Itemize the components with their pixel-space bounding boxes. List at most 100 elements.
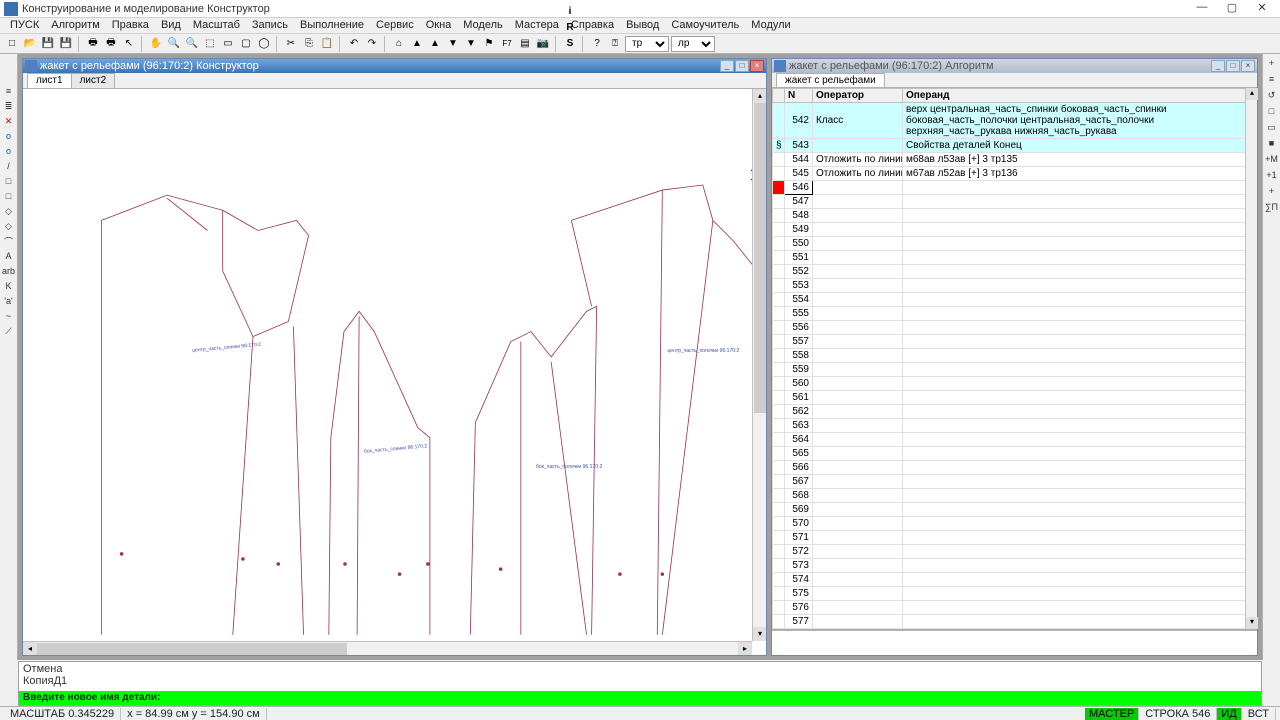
rtool-5[interactable]: ■ <box>1264 138 1280 152</box>
doc-icon[interactable]: ▤ <box>517 36 533 52</box>
rtool-3[interactable]: □ <box>1264 106 1280 120</box>
algo-row[interactable]: 548 <box>773 209 1257 223</box>
zoomfit-icon[interactable]: 🔍 <box>184 36 200 52</box>
rtool-0[interactable]: + <box>1264 58 1280 72</box>
algo-row[interactable]: 546 <box>773 181 1257 195</box>
algo-row[interactable]: 550 <box>773 237 1257 251</box>
algo-vscroll[interactable]: ▴▾ <box>1245 88 1257 629</box>
menu-Модель[interactable]: Модель <box>457 18 508 33</box>
undo-icon[interactable]: ↶ <box>346 36 362 52</box>
algo-row[interactable]: 545Отложить по линиим67ав л52ав [+] 3 тр… <box>773 167 1257 181</box>
algo-row[interactable]: 576 <box>773 601 1257 615</box>
pattern-canvas[interactable]: центр_часть_спинки 96:170:2 бок_часть_сп… <box>23 89 766 655</box>
algo-row[interactable]: 542Классверх центральная_часть_спинки бо… <box>773 103 1257 139</box>
zoomwin-icon[interactable]: ⬚ <box>202 36 218 52</box>
menu-Вывод[interactable]: Вывод <box>620 18 665 33</box>
algo-row[interactable]: 564 <box>773 433 1257 447</box>
algo-row[interactable]: 552 <box>773 265 1257 279</box>
col-op[interactable]: Оператор <box>813 89 903 103</box>
ltool-10[interactable]: ⌒ <box>1 234 17 248</box>
print2-icon[interactable]: 🖶 <box>103 36 119 52</box>
menu-Масштаб[interactable]: Масштаб <box>187 18 246 33</box>
menu-Выполнение[interactable]: Выполнение <box>294 18 370 33</box>
menu-Сервис[interactable]: Сервис <box>370 18 420 33</box>
menu-ПУСК[interactable]: ПУСК <box>4 18 45 33</box>
f7-icon[interactable]: F7 <box>499 36 515 52</box>
new-icon[interactable]: □ <box>4 36 20 52</box>
mdi-max-button[interactable]: □ <box>1226 60 1240 72</box>
algo-row[interactable]: 562 <box>773 405 1257 419</box>
combo-tr[interactable]: тр <box>625 36 669 52</box>
algo-row[interactable]: 566 <box>773 461 1257 475</box>
algo-row[interactable]: 577 <box>773 615 1257 629</box>
col-s[interactable] <box>773 89 785 103</box>
algo-row[interactable]: 568 <box>773 489 1257 503</box>
menu-Правка[interactable]: Правка <box>106 18 155 33</box>
rtool-4[interactable]: ▭ <box>1264 122 1280 136</box>
constructor-titlebar[interactable]: жакет с рельефами (96:170:2) Конструктор… <box>23 59 766 73</box>
t3-icon[interactable]: ▼ <box>445 36 461 52</box>
ltool-12[interactable]: arb <box>1 264 17 278</box>
rtool-9[interactable]: ∑П <box>1264 202 1280 216</box>
algo-row[interactable]: 556 <box>773 321 1257 335</box>
algo-tab[interactable]: жакет с рельефами <box>776 73 885 87</box>
algo-row[interactable]: 561 <box>773 391 1257 405</box>
algo-row[interactable]: 572 <box>773 545 1257 559</box>
menu-Вид[interactable]: Вид <box>155 18 187 33</box>
col-n[interactable]: N <box>785 89 813 103</box>
algo-row[interactable]: 551 <box>773 251 1257 265</box>
tab-sheet1[interactable]: лист1 <box>27 73 72 88</box>
algo-row[interactable]: 555 <box>773 307 1257 321</box>
window2-icon[interactable]: ▢ <box>238 36 254 52</box>
algo-row[interactable]: §543Свойства деталей Конец <box>773 139 1257 153</box>
paste-icon[interactable]: 📋 <box>319 36 335 52</box>
rtool-1[interactable]: ≡ <box>1264 74 1280 88</box>
mdi-min-button[interactable]: _ <box>1211 60 1225 72</box>
help-icon[interactable]: ? <box>589 36 605 52</box>
algo-row[interactable]: 559 <box>773 363 1257 377</box>
redo-icon[interactable]: ↷ <box>364 36 380 52</box>
ltool-3[interactable]: o <box>1 129 17 143</box>
ltool-14[interactable]: 'a' <box>1 294 17 308</box>
command-prompt[interactable]: Введите новое имя детали: <box>19 691 1261 705</box>
combo-lr[interactable]: лр <box>671 36 715 52</box>
rtool-2[interactable]: ↺ <box>1264 90 1280 104</box>
algo-row[interactable]: 544Отложить по линиим68ав л53ав [+] 3 тр… <box>773 153 1257 167</box>
ltool-6[interactable]: □ <box>1 174 17 188</box>
tool-R[interactable]: R <box>562 20 578 36</box>
algo-row[interactable]: 570 <box>773 517 1257 531</box>
ltool-9[interactable]: ◇ <box>1 219 17 233</box>
menu-Алгоритм[interactable]: Алгоритм <box>45 18 106 33</box>
algo-row[interactable]: 560 <box>773 377 1257 391</box>
mdi-max-button[interactable]: □ <box>735 60 749 72</box>
tool-S[interactable]: S <box>562 36 578 52</box>
cut-icon[interactable]: ✂ <box>283 36 299 52</box>
algo-row[interactable]: 565 <box>773 447 1257 461</box>
canvas-vscroll[interactable]: ▴▾ <box>752 89 766 641</box>
ltool-5[interactable]: / <box>1 159 17 173</box>
rtool-6[interactable]: +M <box>1264 154 1280 168</box>
algo-row[interactable]: 554 <box>773 293 1257 307</box>
t2-icon[interactable]: ▲ <box>427 36 443 52</box>
ltool-15[interactable]: ~ <box>1 309 17 323</box>
ltool-7[interactable]: □ <box>1 189 17 203</box>
algo-row[interactable]: 567 <box>773 475 1257 489</box>
algo-row[interactable]: 558 <box>773 349 1257 363</box>
minimize-button[interactable]: — <box>1188 1 1216 17</box>
cam-icon[interactable]: 📷 <box>535 36 551 52</box>
ltool-0[interactable]: ≡ <box>1 84 17 98</box>
algo-row[interactable]: 563 <box>773 419 1257 433</box>
algo-row[interactable]: 571 <box>773 531 1257 545</box>
tab-sheet2[interactable]: лист2 <box>71 73 116 88</box>
mdi-close-button[interactable]: × <box>1241 60 1255 72</box>
col-operand[interactable]: Операнд <box>903 89 1257 103</box>
algo-row[interactable]: 549 <box>773 223 1257 237</box>
menu-Запись[interactable]: Запись <box>246 18 294 33</box>
algo-row[interactable]: 553 <box>773 279 1257 293</box>
menu-Окна[interactable]: Окна <box>420 18 458 33</box>
save-icon[interactable]: 💾 <box>40 36 56 52</box>
maximize-button[interactable]: ▢ <box>1218 1 1246 17</box>
hand-icon[interactable]: ✋ <box>148 36 164 52</box>
up-icon[interactable]: ⌂ <box>391 36 407 52</box>
algo-row[interactable]: 573 <box>773 559 1257 573</box>
